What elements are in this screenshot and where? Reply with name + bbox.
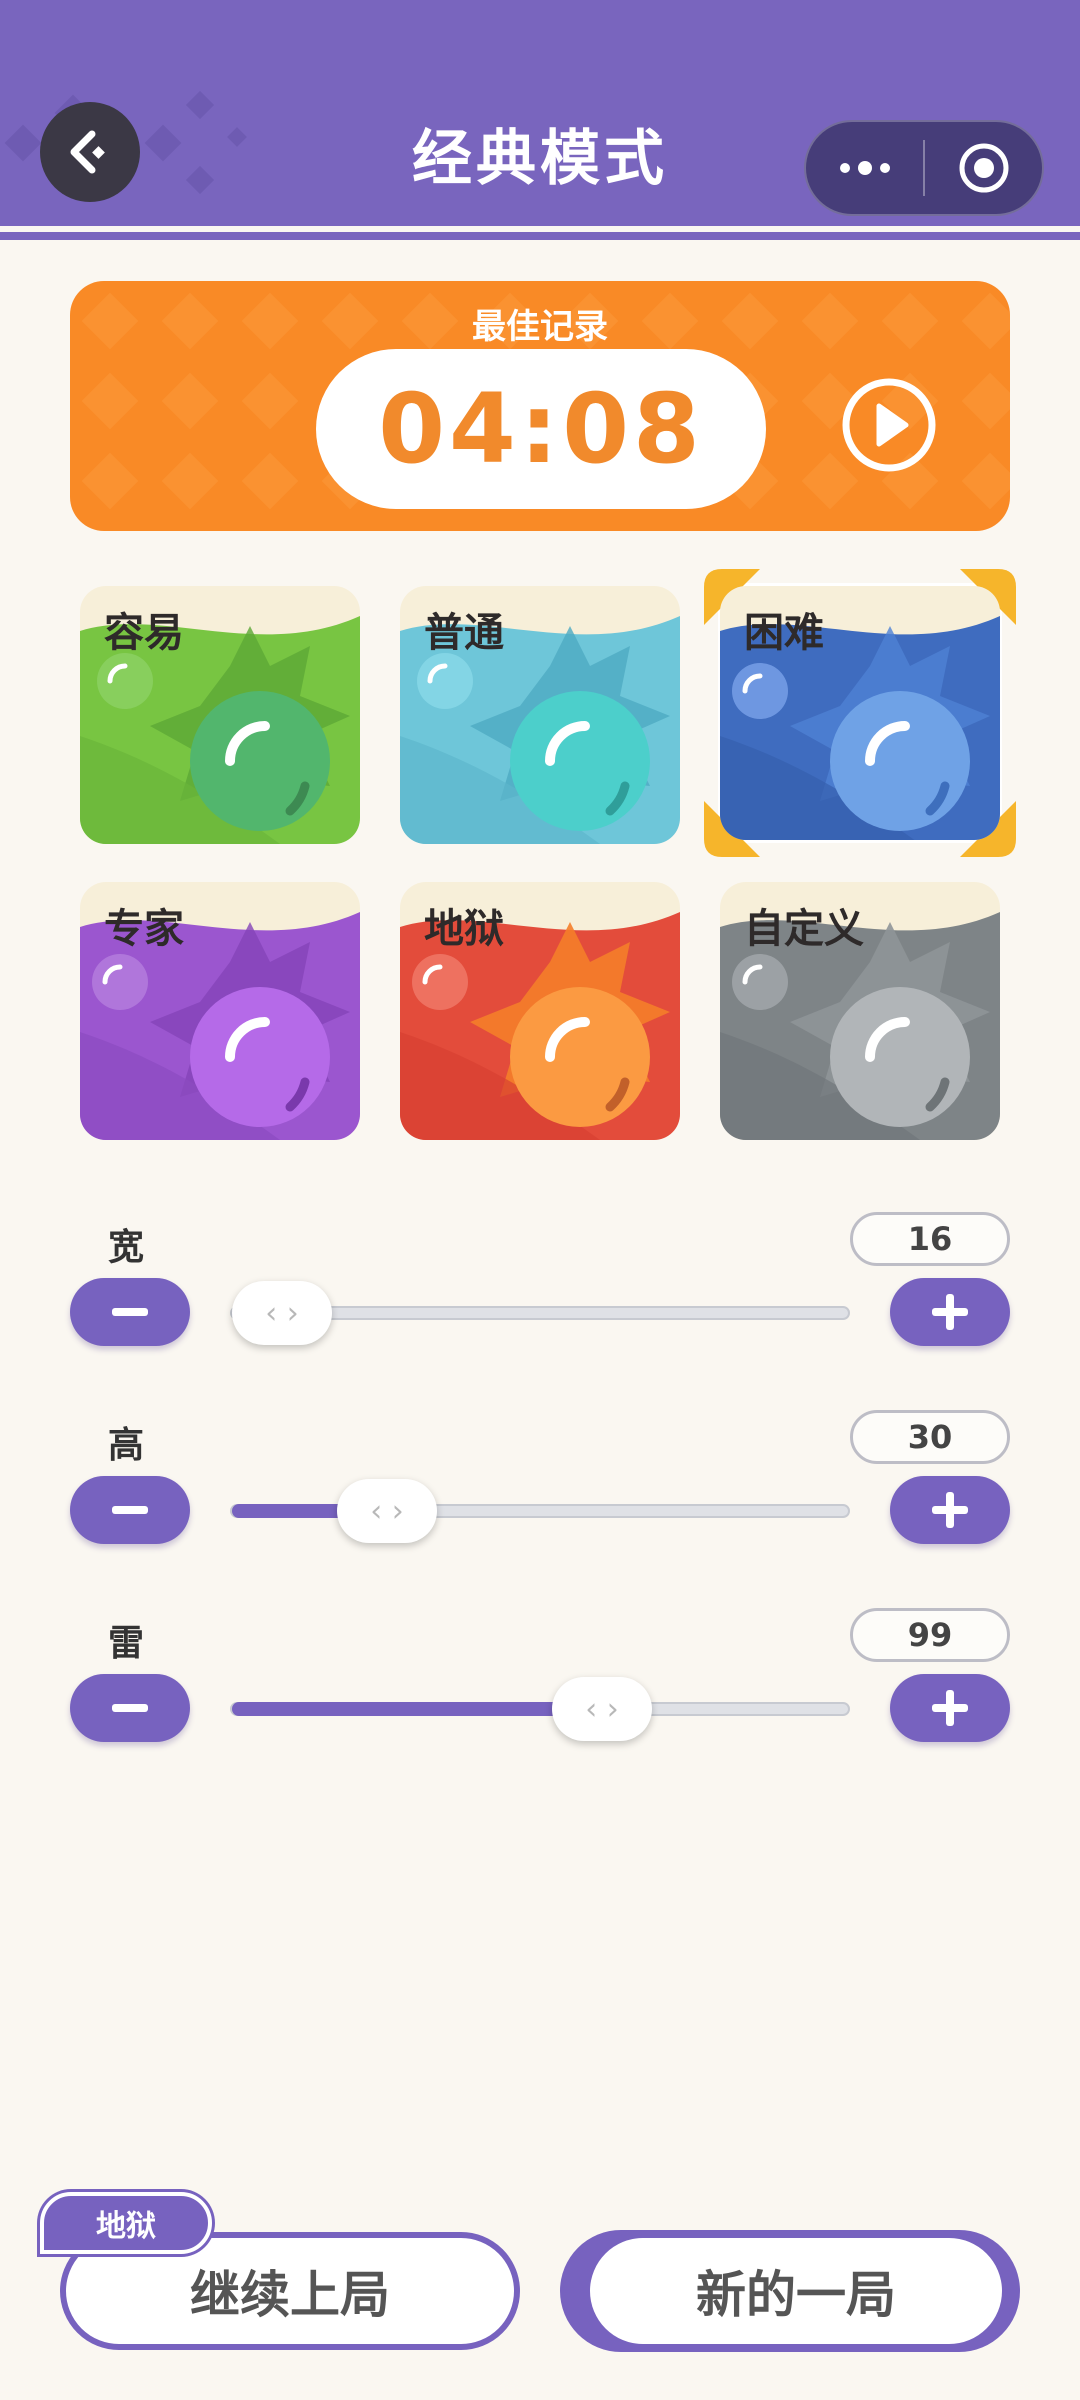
width-minus-button[interactable] xyxy=(70,1278,190,1346)
mines-minus-button[interactable] xyxy=(70,1674,190,1742)
target-icon xyxy=(959,143,1008,193)
difficulty-card-custom[interactable]: 自定义 xyxy=(720,882,1000,1140)
best-time-value: 04:08 xyxy=(378,373,704,485)
difficulty-label: 专家 xyxy=(104,906,184,952)
difficulty-label: 普通 xyxy=(424,610,504,656)
minus-icon xyxy=(112,1308,148,1316)
best-record-label: 最佳记录 xyxy=(472,307,608,347)
difficulty-card-hard[interactable]: 困难 xyxy=(720,586,1000,840)
mines-plus-button[interactable] xyxy=(890,1674,1010,1742)
difficulty-label: 自定义 xyxy=(744,906,864,952)
difficulty-card-normal[interactable]: 普通 xyxy=(400,586,680,844)
height-slider-handle[interactable]: ‹ › xyxy=(337,1479,437,1543)
height-label: 高 xyxy=(108,1425,145,1466)
difficulty-label: 地狱 xyxy=(424,906,504,952)
difficulty-label: 困难 xyxy=(744,610,824,656)
plus-icon xyxy=(932,1492,968,1528)
width-plus-button[interactable] xyxy=(890,1278,1010,1346)
difficulty-card-easy[interactable]: 容易 xyxy=(80,586,360,844)
play-icon[interactable] xyxy=(840,376,938,474)
height-plus-button[interactable] xyxy=(890,1476,1010,1544)
best-record-panel: 最佳记录 04:08 xyxy=(70,281,1010,531)
width-slider-track[interactable]: ‹ › xyxy=(230,1281,850,1345)
width-value: 16 xyxy=(850,1212,1010,1266)
plus-icon xyxy=(932,1690,968,1726)
height-value: 30 xyxy=(850,1410,1010,1464)
mini-program-capsule xyxy=(804,120,1044,216)
top-bar: 经典模式 xyxy=(0,0,1080,226)
close-button[interactable] xyxy=(925,122,1042,214)
more-icon xyxy=(839,161,890,175)
continue-mode-tag: 地狱 xyxy=(40,2192,212,2254)
height-minus-button[interactable] xyxy=(70,1476,190,1544)
width-slider-handle[interactable]: ‹ › xyxy=(232,1281,332,1345)
mines-slider-fill xyxy=(232,1702,572,1716)
new-game-button[interactable]: 新的一局 xyxy=(560,2230,1020,2352)
more-button[interactable] xyxy=(806,122,923,214)
minus-icon xyxy=(112,1704,148,1712)
mines-value: 99 xyxy=(850,1608,1010,1662)
plus-icon xyxy=(932,1294,968,1330)
height-slider-track[interactable]: ‹ › xyxy=(230,1479,850,1543)
difficulty-card-hell[interactable]: 地狱 xyxy=(400,882,680,1140)
best-time-pill: 04:08 xyxy=(316,349,766,509)
width-label: 宽 xyxy=(108,1227,145,1268)
header-rule-accent xyxy=(0,232,1080,240)
mines-slider-handle[interactable]: ‹ › xyxy=(552,1677,652,1741)
difficulty-card-expert[interactable]: 专家 xyxy=(80,882,360,1140)
new-game-label: 新的一局 xyxy=(590,2238,1002,2344)
mines-slider-track[interactable]: ‹ › xyxy=(230,1677,850,1741)
minus-icon xyxy=(112,1506,148,1514)
mines-label: 雷 xyxy=(108,1623,145,1664)
difficulty-label: 容易 xyxy=(104,610,184,656)
